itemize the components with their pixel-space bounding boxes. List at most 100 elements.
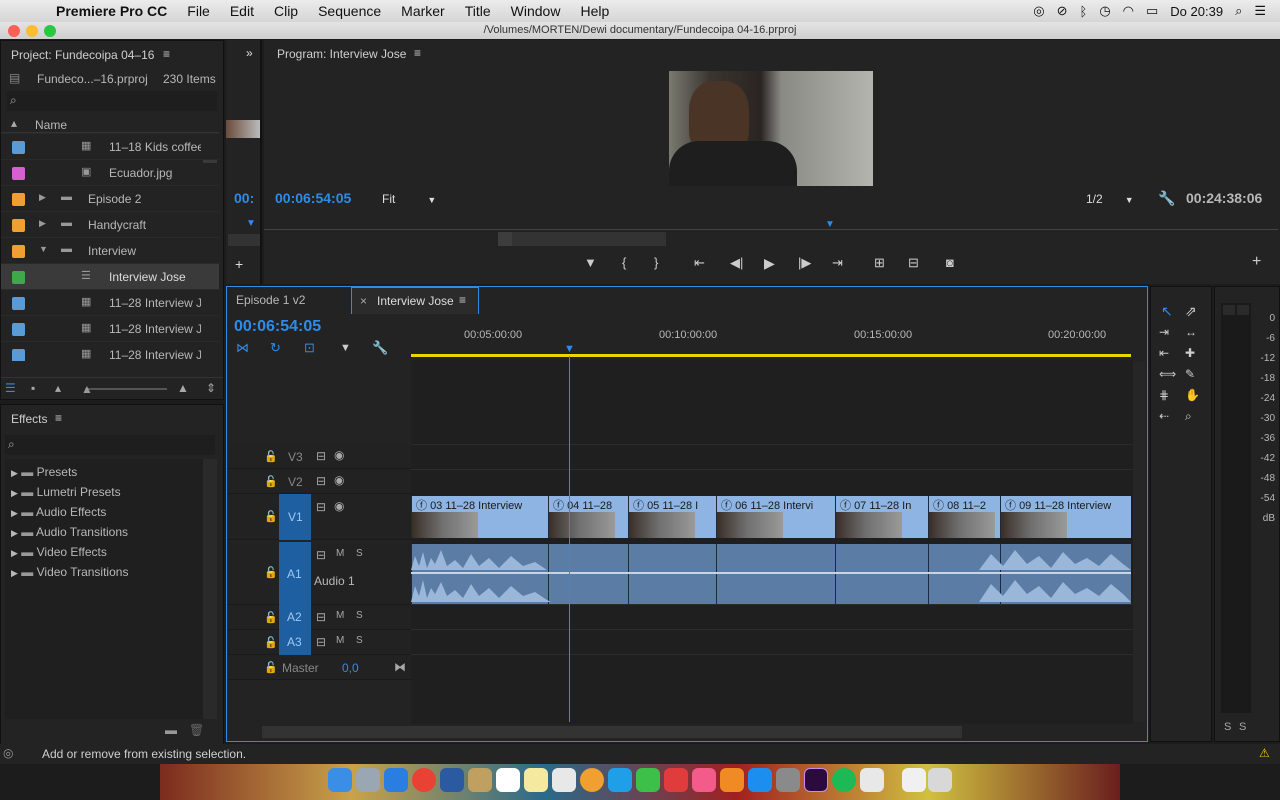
preview-icon[interactable] — [440, 768, 464, 792]
lock-icon[interactable]: 🔓 — [264, 611, 278, 624]
notes-icon[interactable] — [524, 768, 548, 792]
timeline-horizontal-scrollbar[interactable] — [262, 726, 962, 738]
calendar-icon[interactable] — [496, 768, 520, 792]
menu-title[interactable]: Title — [465, 3, 491, 19]
timeline-time-ruler[interactable]: 00:05:00:00 00:10:00:00 00:15:00:00 00:2… — [411, 316, 1133, 360]
panel-menu-icon[interactable]: ≡ — [163, 47, 170, 61]
video-clip[interactable]: ⓕ 05 11–28 I — [628, 496, 716, 538]
timeline-playhead-handle[interactable]: ▼ — [564, 343, 575, 355]
source-patch-v1[interactable]: V1 — [279, 494, 311, 540]
disclosure-right-icon[interactable]: ▶ — [11, 508, 18, 518]
time-machine-icon[interactable]: ◷ — [1099, 3, 1110, 19]
rolling-edit-tool-icon[interactable]: ⇤ — [1159, 346, 1169, 360]
solo-button[interactable]: S — [356, 548, 363, 559]
launchpad-icon[interactable] — [356, 768, 380, 792]
lift-icon[interactable]: ⊞ — [874, 255, 885, 271]
safari-icon[interactable] — [384, 768, 408, 792]
panel-menu-icon[interactable]: ≡ — [414, 46, 421, 60]
zoom-slider-handle[interactable]: ▲ — [81, 382, 93, 396]
solo-left-button[interactable]: S — [1224, 721, 1231, 733]
slide-tool-icon[interactable]: ⋕ — [1159, 388, 1169, 402]
label-color-swatch[interactable] — [12, 219, 25, 232]
toggle-sync-lock-icon[interactable]: ⊟ — [316, 500, 326, 514]
menu-edit[interactable]: Edit — [230, 3, 254, 19]
track-header-master[interactable]: 🔓 Master 0,0 ⧓ — [228, 655, 411, 680]
disclosure-right-icon[interactable]: ▶ — [39, 218, 54, 231]
lock-icon[interactable]: 🔓 — [264, 636, 278, 649]
track-select-tool-icon[interactable]: ⇗ — [1185, 303, 1197, 320]
add-marker-icon[interactable]: ▼ — [584, 255, 597, 270]
label-color-swatch[interactable] — [12, 349, 25, 361]
photo-booth-icon[interactable] — [664, 768, 688, 792]
program-timeruler[interactable]: ▼ — [264, 219, 1278, 230]
effects-item-audio-effects[interactable]: ▶ ▬ Audio Effects — [11, 505, 106, 525]
solo-button[interactable]: S — [356, 610, 363, 621]
toggle-sync-lock-icon[interactable]: ⊟ — [316, 449, 326, 463]
disclosure-right-icon[interactable]: ▶ — [11, 548, 18, 558]
expand-panels-icon[interactable]: » — [246, 46, 253, 60]
project-item[interactable]: ▶ ▬ Episode 2 — [1, 185, 219, 211]
label-color-swatch[interactable] — [12, 323, 25, 336]
system-preferences-icon[interactable] — [776, 768, 800, 792]
panel-menu-icon[interactable]: ≡ — [459, 293, 466, 307]
source-patch-a1[interactable]: A1 — [279, 542, 311, 605]
video-clip[interactable]: ⓕ 09 11–28 Interview — [1000, 496, 1131, 538]
tab-episode-1-v2[interactable]: Episode 1 v2 — [236, 293, 305, 307]
eye-icon[interactable]: ◉ — [334, 448, 344, 462]
eye-icon[interactable]: ◉ — [334, 499, 344, 513]
wifi-icon[interactable]: ◠ — [1123, 3, 1134, 19]
toggle-sync-lock-icon[interactable]: ⊟ — [316, 548, 326, 562]
play-icon[interactable]: ▶ — [764, 255, 775, 272]
program-timecode[interactable]: 00:06:54:05 — [275, 190, 351, 206]
label-color-swatch[interactable] — [12, 297, 25, 310]
lock-icon[interactable]: 🔓 — [264, 475, 278, 488]
contacts-icon[interactable] — [468, 768, 492, 792]
sort-icon[interactable]: ⇕ — [206, 381, 216, 395]
lock-icon[interactable]: 🔓 — [264, 566, 278, 579]
new-bin-icon[interactable]: ▬ — [165, 723, 177, 737]
effects-item-audio-transitions[interactable]: ▶ ▬ Audio Transitions — [11, 525, 128, 545]
selection-tool-icon[interactable]: ↖ — [1161, 303, 1173, 320]
source-patch-a3[interactable]: A3 — [279, 630, 311, 655]
hand-tool-icon[interactable]: ✋ — [1185, 388, 1200, 402]
chrome-icon[interactable] — [412, 768, 436, 792]
program-zoom-scrollbar[interactable] — [498, 232, 666, 246]
snap-icon[interactable]: ⋈ — [236, 340, 249, 356]
project-item-selected[interactable]: ☰ Interview Jose — [1, 263, 219, 289]
mute-button[interactable]: M — [336, 635, 344, 646]
track-select-backward-icon[interactable]: ⇠ — [1159, 409, 1169, 423]
video-clip[interactable]: ⓕ 06 11–28 Intervi — [716, 496, 835, 538]
name-column-header[interactable]: Name — [35, 118, 67, 132]
video-clip[interactable]: ⓕ 08 11–2 — [928, 496, 1000, 538]
textedit-icon[interactable] — [860, 768, 884, 792]
menu-file[interactable]: File — [187, 3, 210, 19]
timeline-playhead-line[interactable] — [569, 356, 570, 722]
timeline-timecode[interactable]: 00:06:54:05 — [234, 318, 321, 336]
pen-tool-icon[interactable]: ✎ — [1185, 367, 1195, 381]
track-header-v2[interactable]: 🔓 V2 ⊟ ◉ — [228, 469, 411, 494]
downloads-stack-icon[interactable] — [902, 768, 926, 792]
warning-icon[interactable]: ⚠ — [1259, 746, 1270, 760]
lock-icon[interactable]: 🔓 — [264, 661, 278, 674]
close-window-button[interactable] — [8, 25, 20, 37]
project-panel-title[interactable]: Project: Fundecoipa 04–16 — [11, 48, 154, 62]
source-patch-a2[interactable]: A2 — [279, 605, 311, 630]
go-to-next-edit-icon[interactable]: ⧓ — [394, 660, 406, 674]
effects-scrollbar[interactable] — [203, 459, 217, 719]
label-color-swatch[interactable] — [12, 141, 25, 154]
program-playhead[interactable]: ▼ — [825, 219, 835, 230]
bluetooth-icon[interactable]: ᛒ — [1080, 4, 1088, 19]
work-area-bar[interactable] — [411, 354, 1131, 357]
effects-item-lumetri-presets[interactable]: ▶ ▬ Lumetri Presets — [11, 485, 121, 505]
zoom-in-icon[interactable]: ▲ — [177, 381, 189, 395]
ripple-edit-tool-icon[interactable]: ⇥ — [1159, 325, 1169, 339]
reminders-icon[interactable] — [552, 768, 576, 792]
menu-help[interactable]: Help — [580, 3, 609, 19]
delete-icon[interactable]: 🗑 — [189, 723, 204, 737]
messages-icon[interactable] — [608, 768, 632, 792]
timeline-settings-wrench-icon[interactable]: 🔧 — [372, 340, 388, 356]
toggle-sync-lock-icon[interactable]: ⊟ — [316, 635, 326, 649]
clock[interactable]: Do 20:39 — [1170, 4, 1223, 19]
project-item[interactable]: ▦ 11–28 Interview J — [1, 315, 219, 341]
sort-up-icon[interactable]: ▴ — [11, 116, 17, 130]
